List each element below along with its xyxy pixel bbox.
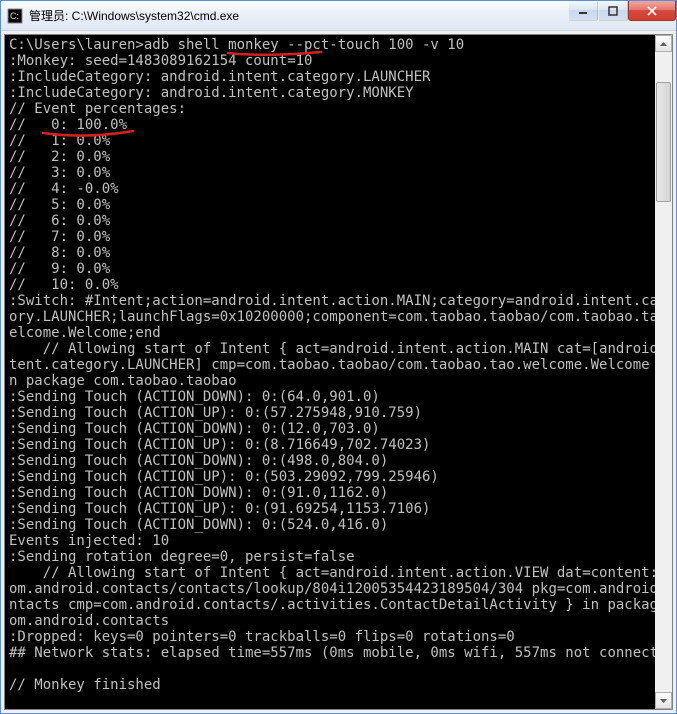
terminal-area[interactable]: C:\Users\lauren>adb shell monkey --pct-t…	[4, 34, 673, 710]
scroll-track[interactable]	[655, 52, 672, 692]
terminal-output[interactable]: C:\Users\lauren>adb shell monkey --pct-t…	[5, 35, 655, 709]
console-window: C: 管理员: C:\Windows\system32\cmd.exe C:\U…	[0, 0, 677, 714]
window-title: 管理员: C:\Windows\system32\cmd.exe	[29, 7, 239, 24]
window-controls	[568, 1, 676, 21]
titlebar[interactable]: C: 管理员: C:\Windows\system32\cmd.exe	[1, 1, 676, 31]
maximize-button[interactable]	[598, 1, 628, 21]
scroll-up-button[interactable]	[655, 35, 672, 52]
scroll-thumb[interactable]	[656, 82, 671, 202]
client-area: C:\Users\lauren>adb shell monkey --pct-t…	[1, 31, 676, 713]
minimize-button[interactable]	[568, 1, 598, 21]
cmd-icon: C:	[7, 8, 23, 24]
svg-text:C:: C:	[10, 11, 19, 21]
scroll-down-button[interactable]	[655, 692, 672, 709]
close-button[interactable]	[628, 1, 676, 21]
vertical-scrollbar[interactable]	[655, 35, 672, 709]
